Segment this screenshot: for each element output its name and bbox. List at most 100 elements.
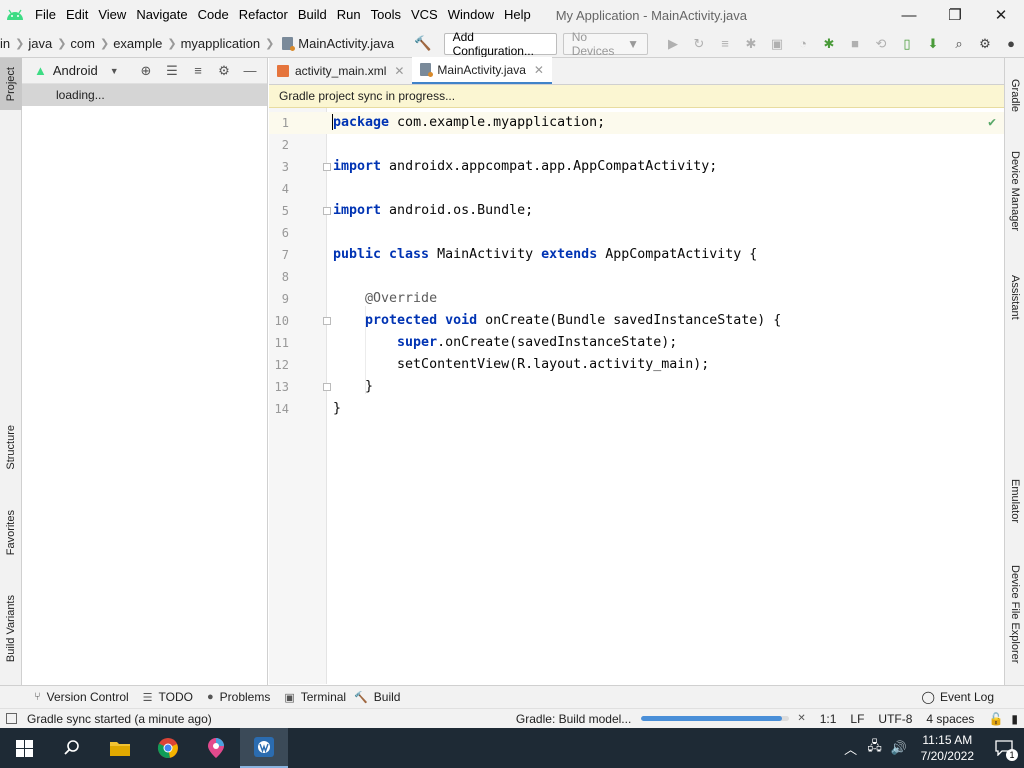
file-explorer-icon[interactable] [96,728,144,768]
menu-file[interactable]: File [30,0,61,30]
project-tool-tab[interactable]: Project [0,58,22,110]
code-line[interactable]: 7 public class MainActivity extends AppC… [269,244,1004,266]
project-view-selector[interactable]: ▲ Android ▼ [34,63,119,78]
code-line[interactable]: 11 super.onCreate(savedInstanceState); [269,332,1004,354]
stop-icon[interactable]: ■ [842,33,868,55]
sync-gradle-icon[interactable]: ✱ [816,33,842,55]
version-control-tool-button[interactable]: ⑂ Version Control [34,690,129,704]
menu-vcs[interactable]: VCS [406,0,443,30]
background-task-label[interactable]: Gradle: Build model... [516,712,631,726]
fold-icon[interactable] [323,317,331,325]
attach-debugger-icon[interactable]: ▣ [764,33,790,55]
fold-icon[interactable] [323,383,331,391]
breadcrumb-item[interactable]: MainActivity.java [298,36,394,51]
gradle-tool-tab[interactable]: Gradle [1005,66,1024,126]
expand-all-icon[interactable]: ☰ [159,60,185,82]
menu-tools[interactable]: Tools [366,0,406,30]
code-line[interactable]: 5 import android.os.Bundle; [269,200,1004,222]
close-window-button[interactable]: ✕ [978,0,1024,30]
inspector-icon[interactable]: ▮ [1011,712,1018,726]
user-icon[interactable]: ● [998,33,1024,55]
close-icon[interactable]: ✕ [394,64,404,78]
rerun-icon[interactable]: ↻ [686,33,712,55]
gradle-sync-icon[interactable]: ⟲ [868,33,894,55]
menu-refactor[interactable]: Refactor [234,0,293,30]
chrome-icon[interactable] [144,728,192,768]
code-line[interactable]: 9 @Override [269,288,1004,310]
toggle-tool-windows-icon[interactable] [6,713,17,724]
gear-icon[interactable]: ⚙ [972,33,998,55]
menu-help[interactable]: Help [499,0,536,30]
collapse-all-icon[interactable]: ≡ [185,60,211,82]
locate-icon[interactable]: ⊕ [133,60,159,82]
search-icon[interactable]: ⌕ [946,33,972,55]
menu-run[interactable]: Run [332,0,366,30]
code-line[interactable]: 8 [269,266,1004,288]
code-line[interactable]: 10 protected void onCreate(Bundle savedI… [269,310,1004,332]
code-line[interactable]: 14 } [269,398,1004,420]
emulator-tool-tab[interactable]: Emulator [1005,468,1024,534]
problems-tool-button[interactable]: ● Problems [207,690,270,704]
debug-icon[interactable]: ✱ [738,33,764,55]
close-icon[interactable]: ✕ [534,63,544,77]
network-icon[interactable]: 🖧 [863,737,887,759]
hammer-icon[interactable]: 🔨 [414,35,431,52]
indent-setting[interactable]: 4 spaces [926,712,974,726]
tab-activity-main-xml[interactable]: activity_main.xml ✕ [269,57,412,84]
todo-tool-button[interactable]: ☰ TODO [143,690,193,704]
maximize-button[interactable]: ❐ [932,0,978,30]
code-line[interactable]: 3 import androidx.appcompat.app.AppCompa… [269,156,1004,178]
run-icon[interactable]: ▶ [660,33,686,55]
assistant-tool-tab[interactable]: Assistant [1005,262,1024,332]
close-icon[interactable]: ✕ [797,713,805,724]
breadcrumb-item[interactable]: java [28,36,52,51]
gear-icon[interactable]: ⚙ [211,60,237,82]
file-encoding[interactable]: UTF-8 [878,712,912,726]
android-studio-taskbar-icon[interactable] [240,728,288,768]
line-separator[interactable]: LF [850,712,864,726]
menu-view[interactable]: View [93,0,131,30]
menu-code[interactable]: Code [193,0,234,30]
device-file-explorer-tool-tab[interactable]: Device File Explorer [1005,554,1024,674]
breadcrumb-item[interactable]: com [70,36,95,51]
lock-icon[interactable]: 🔓 [988,712,1003,726]
menu-edit[interactable]: Edit [61,0,93,30]
build-variants-tool-tab[interactable]: Build Variants [0,584,22,674]
menu-navigate[interactable]: Navigate [131,0,192,30]
device-manager-tool-tab[interactable]: Device Manager [1005,140,1024,242]
menu-window[interactable]: Window [443,0,499,30]
sdk-manager-icon[interactable]: ⬇ [920,33,946,55]
maps-app-icon[interactable] [192,728,240,768]
profile-icon[interactable]: ◔ [790,33,816,55]
code-area[interactable]: 1 package com.example.myapplication; ✔ 2… [269,108,1004,684]
add-configuration-button[interactable]: Add Configuration... [443,30,557,58]
device-selector[interactable]: No Devices ▼ [562,30,648,58]
fold-icon[interactable] [323,207,331,215]
minimize-button[interactable]: — [886,0,932,30]
terminal-tool-button[interactable]: ▣ Terminal [284,690,346,704]
menu-build[interactable]: Build [293,0,332,30]
hide-icon[interactable]: — [237,60,263,82]
structure-tool-tab[interactable]: Structure [0,412,22,482]
chevron-up-icon[interactable]: ︿ [839,739,863,758]
code-line[interactable]: 13 } [269,376,1004,398]
clock[interactable]: 11:15 AM 7/20/2022 [911,732,984,764]
breadcrumb-item[interactable]: example [113,36,162,51]
volume-icon[interactable]: 🔊 [887,740,911,756]
code-line[interactable]: 4 [269,178,1004,200]
code-line[interactable]: 2 [269,134,1004,156]
event-log-button[interactable]: ◯ Event Log [922,690,994,704]
notifications-icon[interactable]: 1 [984,728,1024,768]
fold-icon[interactable] [323,163,331,171]
breadcrumb-item[interactable]: in [0,36,10,51]
search-icon[interactable] [48,728,96,768]
caret-position[interactable]: 1:1 [820,712,837,726]
windows-start-icon[interactable] [0,728,48,768]
code-line[interactable]: 6 [269,222,1004,244]
device-manager-icon[interactable]: ▯ [894,33,920,55]
build-tool-button[interactable]: 🔨 Build [354,690,400,704]
code-line[interactable]: 12 setContentView(R.layout.activity_main… [269,354,1004,376]
tab-main-activity-java[interactable]: MainActivity.java ✕ [412,57,552,84]
favorites-tool-tab[interactable]: Favorites [0,498,22,568]
apply-changes-icon[interactable]: ≡ [712,33,738,55]
